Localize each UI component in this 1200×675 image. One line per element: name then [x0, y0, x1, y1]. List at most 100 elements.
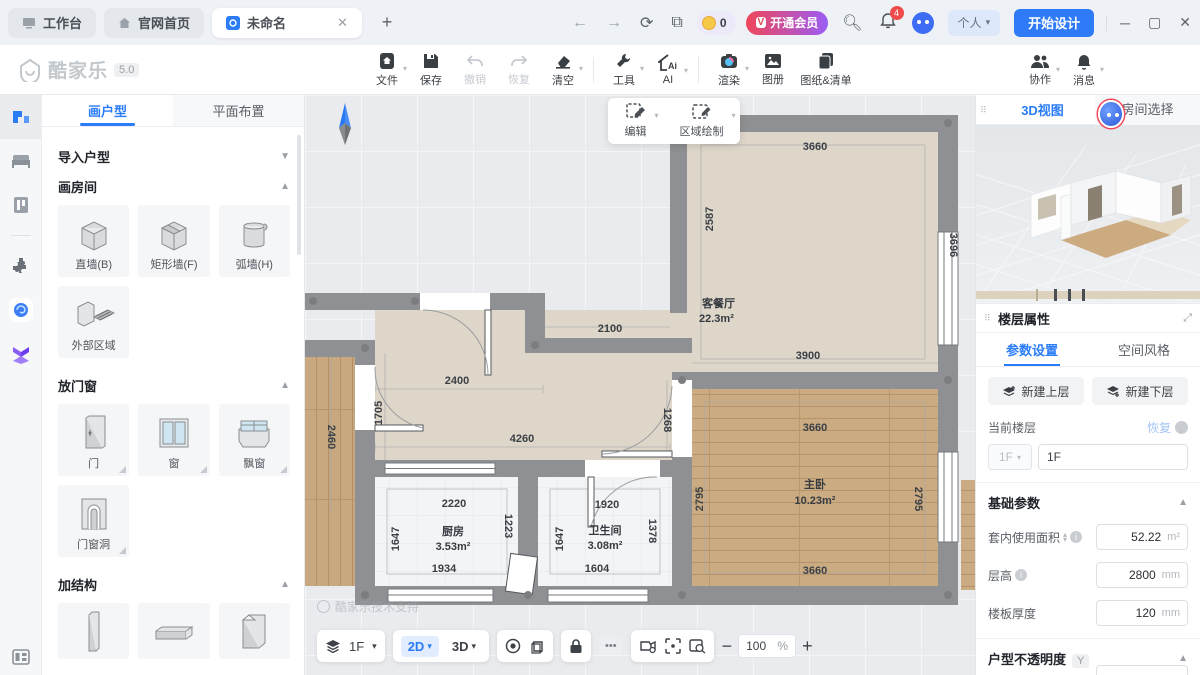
tool-straight-wall[interactable]: 直墙(B) [58, 205, 129, 277]
room-right-balcony[interactable] [961, 480, 975, 590]
drag-handle[interactable]: ⠿ [980, 316, 994, 320]
lock-button[interactable] [561, 630, 591, 662]
tab-layout[interactable]: 平面布置 [173, 95, 304, 126]
room-left-balcony[interactable] [305, 357, 355, 586]
copy-icon[interactable]: ⧉ [671, 14, 682, 32]
tools-button[interactable]: 工具▾ [602, 52, 646, 88]
ai-swirl-icon [9, 298, 33, 322]
rail-furniture-tool[interactable] [0, 139, 42, 183]
section-import-floorplan[interactable]: 导入户型▼ [58, 141, 290, 171]
new-lower-floor-button[interactable]: 新建下层 [1092, 377, 1188, 405]
floor-height-input[interactable]: 2800mm [1096, 562, 1188, 588]
mode-3d-button[interactable]: 3D▾ [447, 636, 481, 657]
close-tab-icon[interactable]: ✕ [337, 15, 348, 31]
left-panel: 画户型 平面布置 导入户型▼ 画房间▲ 直墙(B) 矩形墙(F) [42, 95, 305, 675]
rail-modeling-app[interactable] [0, 332, 42, 376]
tool-beam[interactable] [138, 603, 209, 659]
ai-button[interactable]: Ai AI▾ [646, 54, 690, 86]
redo-button[interactable]: 恢复 [497, 53, 541, 87]
undo-button[interactable]: 撤销 [453, 53, 497, 87]
tab-untitled[interactable]: 未命名 ✕ [212, 8, 362, 38]
tool-arc-wall[interactable]: 弧墙(H) [219, 205, 290, 277]
partial-input[interactable] [1096, 665, 1188, 675]
mode-2d-button[interactable]: 2D▾ [401, 636, 439, 657]
zoom-in-button[interactable]: + [802, 636, 813, 657]
assistant-avatar[interactable] [912, 12, 934, 34]
tool-bay-window[interactable]: 飘窗 [219, 404, 290, 476]
tool-pillar[interactable] [58, 603, 129, 659]
sort-arrows-icon[interactable]: ▴▾ [1063, 532, 1067, 542]
cube-view-icon[interactable] [529, 638, 545, 654]
zoom-out-button[interactable]: − [722, 636, 733, 657]
collaborate-button[interactable]: 协作▾ [1018, 53, 1062, 87]
tool-rect-wall[interactable]: 矩形墙(F) [138, 205, 209, 277]
new-upper-floor-button[interactable]: 新建上层 [988, 377, 1084, 405]
start-design-button[interactable]: 开始设计 [1014, 9, 1094, 37]
forward-icon[interactable]: → [606, 14, 622, 32]
album-icon [764, 53, 782, 69]
back-icon[interactable]: ← [572, 14, 588, 32]
tab-3d-view[interactable]: 3D视图 [990, 100, 1095, 119]
minimize-button[interactable]: ─ [1120, 15, 1130, 31]
tab-draw-floorplan[interactable]: 画户型 [42, 95, 173, 126]
info-icon[interactable]: i [1015, 569, 1027, 581]
scrollbar[interactable] [297, 135, 301, 255]
3d-viewport[interactable] [976, 125, 1200, 303]
floor-properties-header[interactable]: ⠿ 楼层属性 ⤢ [976, 303, 1200, 333]
tab-space-style[interactable]: 空间风格 [1088, 333, 1200, 366]
expand-icon[interactable]: ⤢ [1183, 312, 1192, 325]
drawings-list-button[interactable]: 图纸&清单 [795, 52, 857, 88]
north-compass-icon[interactable] [339, 103, 351, 145]
tool-door[interactable]: 门 [58, 404, 129, 476]
zoom-region-icon[interactable] [689, 638, 706, 654]
tab-parameter-settings[interactable]: 参数设置 [976, 333, 1088, 366]
floorplan-canvas[interactable]: 3660 2587 3696 2100 3900 2400 4260 1705 … [305, 95, 975, 675]
tab-workbench[interactable]: 工作台 [8, 8, 96, 38]
edit-button[interactable]: 编辑▾ [619, 103, 653, 139]
slab-thickness-input[interactable]: 120mm [1096, 600, 1188, 626]
new-tab-button[interactable]: + [374, 10, 400, 36]
focus-center-icon[interactable] [665, 638, 681, 654]
tool-flue[interactable] [219, 603, 290, 659]
tool-outdoor-area[interactable]: 外部区域 [58, 286, 129, 358]
section-add-structure[interactable]: 加结构▲ [58, 569, 290, 599]
vip-upgrade-button[interactable]: V 开通会员 [746, 11, 829, 35]
orbit-icon[interactable] [505, 638, 521, 654]
rail-layout-toggle[interactable] [0, 649, 42, 665]
save-button[interactable]: 保存 [409, 52, 453, 88]
tool-window[interactable]: 窗 [138, 404, 209, 476]
zoom-level[interactable]: 100% [738, 634, 796, 658]
rail-plugins[interactable] [0, 244, 42, 288]
rail-ai-app[interactable] [0, 288, 42, 332]
drag-handle[interactable]: ⠿ [976, 108, 990, 112]
usable-area-input[interactable]: 52.22m² [1096, 524, 1188, 550]
search-icon[interactable]: 🔍︎ [842, 13, 862, 33]
refresh-icon[interactable]: ⟳ [640, 13, 653, 33]
close-window-button[interactable]: ✕ [1179, 14, 1191, 31]
tool-opening[interactable]: 门窗洞 [58, 485, 129, 557]
more-options-button[interactable]: ••• [599, 637, 623, 655]
restore-button[interactable]: 恢复 [1147, 419, 1188, 436]
notifications-button[interactable]: 4 [880, 12, 896, 34]
rail-floorplan-tool[interactable] [0, 95, 42, 139]
info-icon[interactable]: i [1070, 531, 1082, 543]
clear-button[interactable]: 清空▾ [541, 52, 585, 88]
render-button[interactable]: 渲染▾ [707, 52, 751, 88]
floor-name-input[interactable]: 1F [1038, 444, 1188, 470]
maximize-button[interactable]: ▢ [1148, 14, 1161, 31]
camera-settings-icon[interactable] [639, 638, 657, 654]
room-living-dining[interactable] [687, 132, 938, 372]
floor-selector[interactable]: 1F▾ [317, 630, 385, 662]
floor-select[interactable]: 1F▾ [988, 444, 1032, 470]
tab-homepage[interactable]: 官网首页 [104, 8, 204, 38]
coin-balance[interactable]: 0 [697, 11, 736, 35]
region-draw-button[interactable]: 区域绘制▾ [674, 103, 730, 139]
basic-params-section[interactable]: 基础参数▲ [988, 493, 1188, 512]
section-draw-rooms[interactable]: 画房间▲ [58, 171, 290, 201]
account-menu[interactable]: 个人 ▾ [948, 10, 1001, 36]
file-button[interactable]: 文件▾ [365, 52, 409, 88]
album-button[interactable]: 图册 [751, 53, 795, 87]
rail-custom-cabinet-tool[interactable] [0, 183, 42, 227]
section-doors-windows[interactable]: 放门窗▲ [58, 370, 290, 400]
messages-button[interactable]: 消息▾ [1062, 53, 1106, 88]
